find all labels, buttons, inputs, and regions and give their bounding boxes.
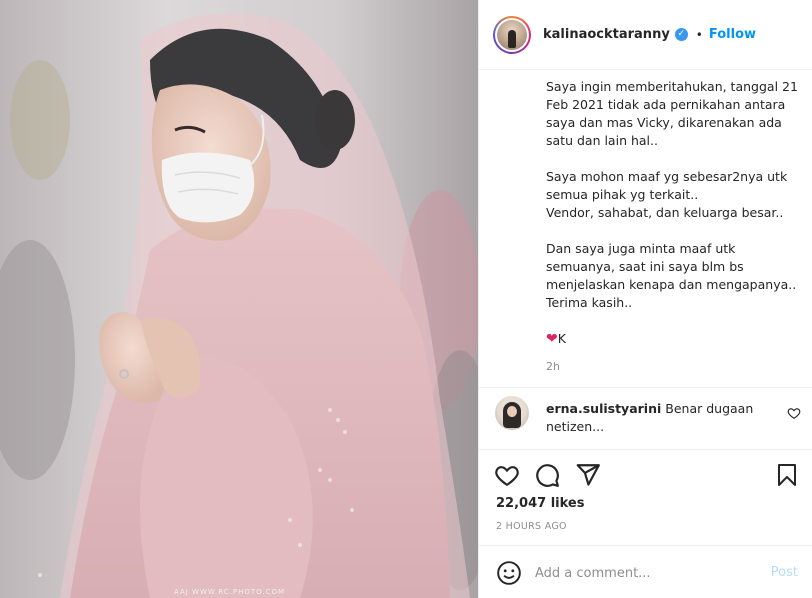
comment-item: erna.sulistyarini Benar dugaan netizen..…: [495, 396, 805, 446]
comment-icon[interactable]: [534, 462, 560, 488]
post-side-panel: kalinaocktaranny ✓ • Follow Saya ingin m…: [478, 0, 812, 598]
emoji-icon[interactable]: [496, 560, 522, 586]
follow-button[interactable]: Follow: [709, 27, 756, 42]
add-comment-bar: Post: [479, 545, 812, 598]
post-comment-button[interactable]: Post: [771, 565, 798, 580]
post-actions: 22,047 likes 2 HOURS AGO: [479, 449, 812, 545]
post-timestamp[interactable]: 2 HOURS AGO: [496, 521, 567, 532]
author-avatar[interactable]: [493, 15, 531, 54]
commenter-avatar[interactable]: [495, 396, 529, 430]
caption-paragraph: Saya mohon maaf yg sebesar2nya utk semua…: [546, 169, 788, 220]
likes-count[interactable]: 22,047 likes: [496, 496, 584, 511]
caption-paragraph: Saya ingin memberitahukan, tanggal 21 Fe…: [546, 79, 798, 148]
post-header: kalinaocktaranny ✓ • Follow: [479, 0, 812, 70]
red-heart-emoji: ❤: [546, 331, 558, 347]
author-username[interactable]: kalinaocktaranny: [543, 27, 670, 42]
caption-section: Saya ingin memberitahukan, tanggal 21 Fe…: [479, 70, 812, 388]
comment-body: erna.sulistyarini Benar dugaan netizen..…: [546, 400, 768, 436]
photo-watermark: AAJ WWW.RC.PHOTO.COM: [174, 588, 286, 596]
caption-signature: K: [557, 331, 566, 346]
share-icon[interactable]: [575, 462, 601, 488]
comment-like-heart-icon[interactable]: [787, 406, 801, 420]
photo-illustration: [0, 0, 478, 598]
heart-icon[interactable]: [494, 462, 520, 488]
comment-input[interactable]: [535, 562, 755, 584]
separator-dot: •: [695, 27, 703, 42]
commenter-username[interactable]: erna.sulistyarini: [546, 401, 661, 416]
post-caption: Saya ingin memberitahukan, tanggal 21 Fe…: [546, 78, 808, 348]
post-photo[interactable]: AAJ WWW.RC.PHOTO.COM: [0, 0, 478, 598]
caption-paragraph: Dan saya juga minta maaf utk semuanya, s…: [546, 241, 797, 310]
post-time-ago[interactable]: 2h: [546, 360, 560, 373]
bookmark-icon[interactable]: [775, 462, 799, 488]
verified-badge-icon: ✓: [674, 28, 688, 41]
